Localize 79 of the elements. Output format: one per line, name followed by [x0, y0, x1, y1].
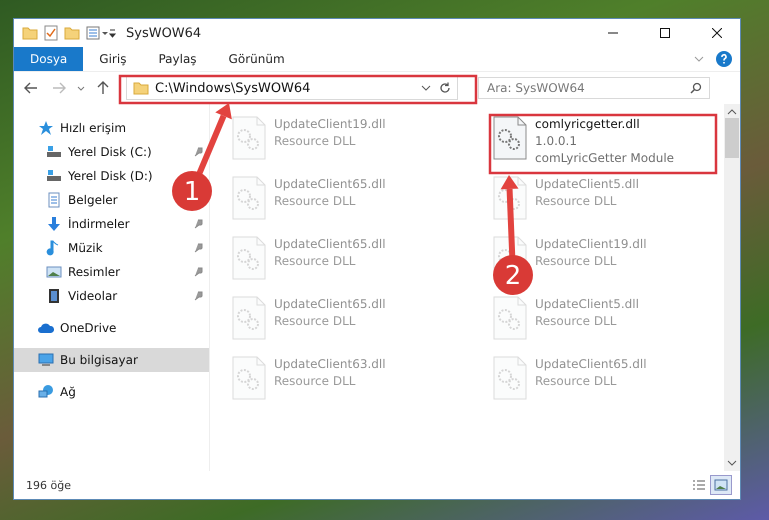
download-arrow-icon: [46, 216, 62, 232]
sidebar-item[interactable]: Yerel Disk (C:): [14, 140, 166, 164]
settings-file-icon: [232, 296, 266, 340]
settings-file-icon: [232, 236, 266, 280]
help-icon[interactable]: [716, 51, 732, 67]
maximize-icon[interactable]: [660, 28, 670, 38]
drive-icon: [46, 168, 62, 184]
address-bar[interactable]: C:\Windows\SysWOW64: [126, 76, 458, 100]
sidebar-item[interactable]: Müzik: [14, 236, 166, 260]
sidebar-item[interactable]: Belgeler: [14, 188, 166, 212]
callout-number: 2: [504, 261, 522, 291]
chevron-up-icon[interactable]: [727, 108, 737, 116]
settings-file-icon: [493, 116, 527, 160]
ribbon-tab[interactable]: Giriş: [83, 47, 142, 71]
file-detail: Resource DLL: [274, 373, 356, 390]
arrow-left-icon[interactable]: [24, 82, 38, 94]
file-detail: comLyricGetter Module: [535, 150, 674, 167]
chevron-down-icon[interactable]: [727, 459, 737, 467]
sidebar-item[interactable]: OneDrive: [14, 316, 166, 340]
arrow-up-icon[interactable]: [97, 81, 109, 95]
callout-badge: [493, 255, 533, 295]
sidebar-item[interactable]: Hızlı erişim: [14, 116, 166, 140]
callout-badge: [172, 171, 212, 211]
sidebar-item[interactable]: Ağ: [14, 380, 166, 404]
folder-icon: [22, 26, 38, 40]
pin-icon: [194, 267, 204, 277]
file-name[interactable]: comlyricgetter.dll: [535, 116, 674, 133]
sidebar-item[interactable]: Resimler: [14, 260, 166, 284]
ribbon-tab[interactable]: Paylaş: [142, 47, 213, 71]
properties-dropdown-icon[interactable]: [86, 26, 116, 40]
pin-icon: [194, 243, 204, 253]
settings-file-icon: [232, 176, 266, 220]
checklist-icon: [44, 25, 58, 41]
sidebar-item[interactable]: Bu bilgisayar: [14, 348, 209, 372]
pin-icon: [194, 219, 204, 229]
star-icon: [38, 120, 54, 136]
file-detail: Resource DLL: [274, 253, 356, 270]
item-count: 196 öğe: [26, 478, 72, 492]
settings-file-icon: [493, 296, 527, 340]
close-icon[interactable]: [712, 28, 722, 38]
file-detail: Resource DLL: [535, 253, 618, 270]
settings-file-icon: [493, 176, 527, 220]
large-icons-view-button[interactable]: [710, 475, 732, 495]
document-icon: [46, 192, 62, 208]
refresh-icon[interactable]: [439, 82, 451, 94]
sidebar-item[interactable]: Yerel Disk (D:): [14, 164, 166, 188]
picture-icon[interactable]: [714, 479, 728, 491]
monitor-icon: [38, 352, 54, 368]
chevron-down-icon[interactable]: [421, 85, 431, 91]
settings-file-icon: [232, 356, 266, 400]
pin-icon: [194, 291, 204, 301]
file-detail: 1.0.0.1: [535, 133, 578, 150]
file-detail: Resource DLL: [274, 313, 356, 330]
search-icon: [690, 82, 702, 94]
settings-file-icon: [232, 116, 266, 160]
file-detail: Resource DLL: [535, 373, 618, 390]
folder-icon: [64, 26, 80, 40]
ribbon-tab[interactable]: Dosya: [14, 47, 84, 71]
chevron-down-icon[interactable]: [77, 86, 85, 90]
folder-icon: [133, 81, 149, 95]
settings-file-icon: [493, 356, 527, 400]
film-icon: [46, 288, 62, 304]
file-detail: Resource DLL: [274, 133, 356, 150]
callout-number: 1: [184, 177, 200, 207]
sidebar-item[interactable]: İndirmeler: [14, 212, 166, 236]
drive-icon: [46, 144, 62, 160]
file-detail: Resource DLL: [274, 193, 356, 210]
window-title: SysWOW64: [126, 26, 202, 40]
file-detail: Resource DLL: [535, 313, 618, 330]
pin-icon: [194, 147, 204, 157]
file-detail: Resource DLL: [535, 193, 618, 210]
scrollbar[interactable]: [724, 104, 740, 471]
scrollbar-thumb[interactable]: [725, 118, 739, 158]
ribbon-tab[interactable]: Görünüm: [212, 47, 301, 71]
network-icon: [38, 384, 54, 400]
list-icon[interactable]: [692, 479, 706, 491]
picture-icon: [46, 264, 62, 280]
search-field[interactable]: Ara: SysWOW64: [478, 77, 710, 99]
sidebar-item[interactable]: Videolar: [14, 284, 166, 308]
